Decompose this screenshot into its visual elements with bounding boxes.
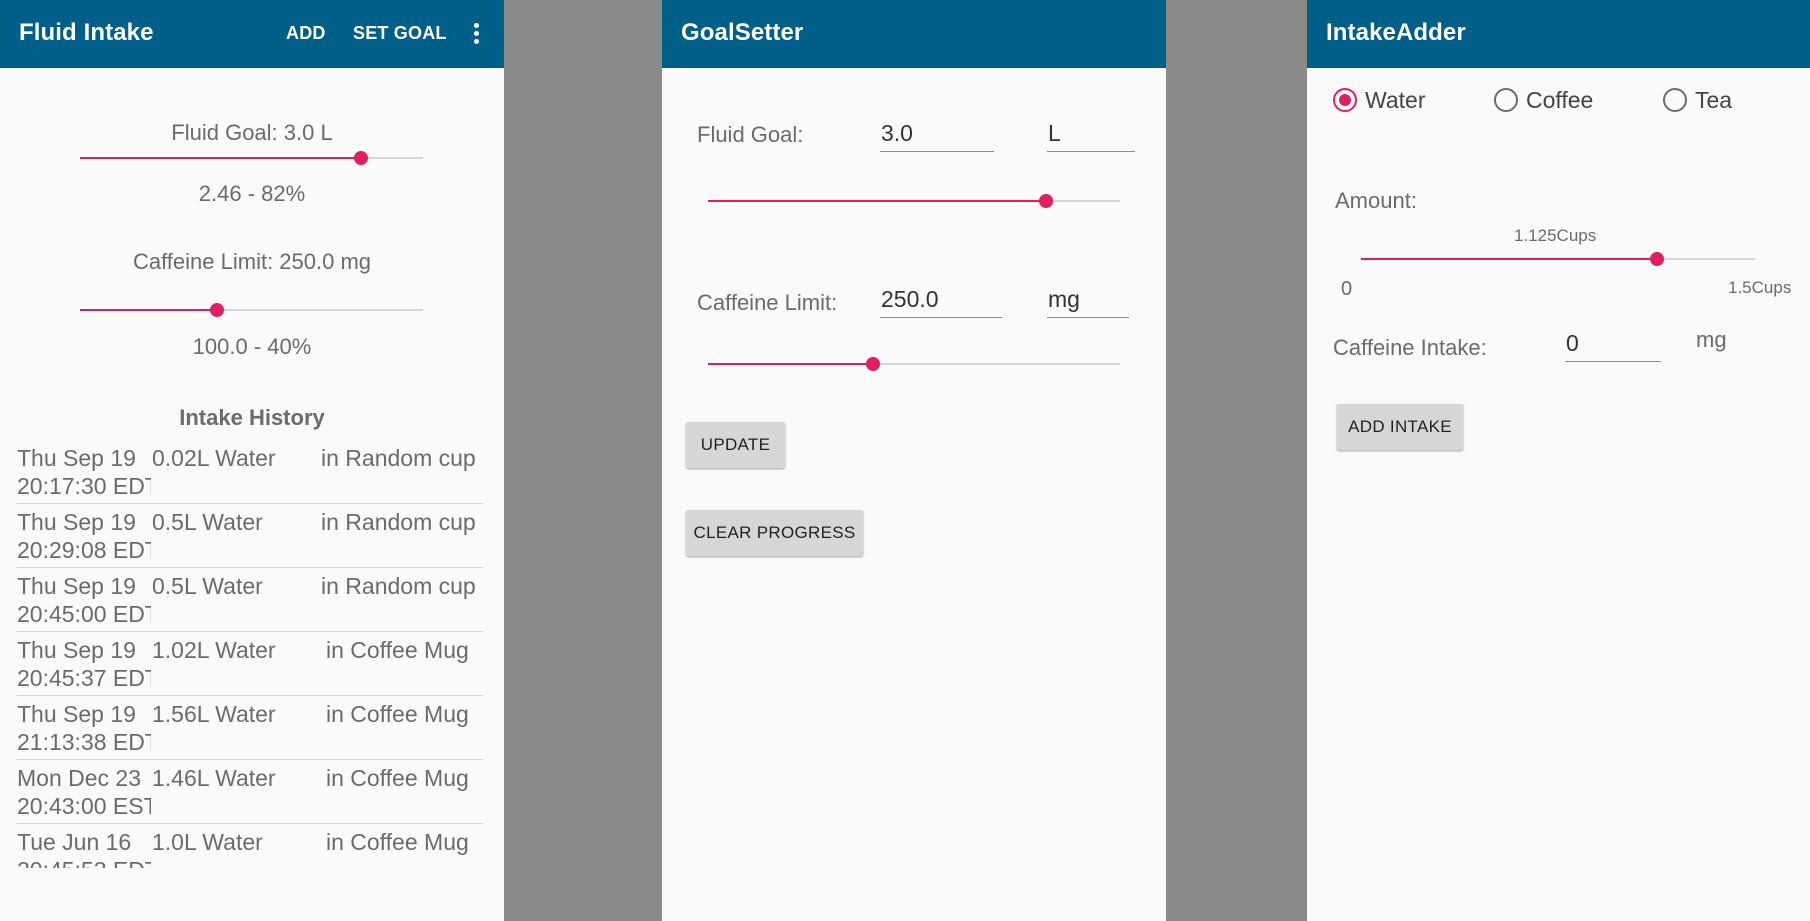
history-date: Thu Sep 19 20:45:00 EDT xyxy=(17,573,151,627)
history-cup: in Coffee Mug xyxy=(326,829,469,855)
amount-slider-thumb[interactable] xyxy=(1649,252,1664,266)
fluid-intake-screen: Fluid Intake ADD SET GOAL Fluid Goal: 3.… xyxy=(0,0,504,921)
fluid-goal-label: Fluid Goal: 3.0 L xyxy=(171,120,333,145)
update-button[interactable]: UPDATE xyxy=(686,422,785,468)
add-intake-button[interactable]: ADD INTAKE xyxy=(1337,404,1463,450)
radio-button-icon[interactable] xyxy=(1333,88,1357,112)
app-bar: IntakeAdder xyxy=(1307,0,1810,68)
history-date: Thu Sep 19 20:17:30 EDT xyxy=(17,445,151,499)
caffeine-intake-unit: mg xyxy=(1696,327,1727,352)
caffeine-limit-slider[interactable] xyxy=(708,352,1120,376)
app-title: GoalSetter xyxy=(681,19,804,46)
radio-button-icon[interactable] xyxy=(1494,88,1518,112)
fluid-goal-slider-fill xyxy=(708,200,1046,202)
radio-label: Water xyxy=(1365,87,1426,113)
history-amount: 0.02L Water xyxy=(152,445,276,471)
history-row[interactable]: Mon Dec 23 20:43:00 EST 1.46L Water in C… xyxy=(17,760,483,824)
history-row[interactable]: Thu Sep 19 20:45:00 EDT 0.5L Water in Ra… xyxy=(17,568,483,632)
radio-label: Coffee xyxy=(1526,87,1594,113)
app-bar: GoalSetter xyxy=(662,0,1166,68)
caffeine-progress-bar xyxy=(80,298,423,322)
set-goal-action-button[interactable]: SET GOAL xyxy=(353,23,447,44)
history-cup: in Coffee Mug xyxy=(326,637,469,663)
history-row[interactable]: Thu Sep 19 21:13:38 EDT 1.56L Water in C… xyxy=(17,696,483,760)
amount-min-label: 0 xyxy=(1341,278,1353,300)
fluid-progress-text: 2.46 - 82% xyxy=(198,181,306,206)
fluid-progress-bar xyxy=(80,146,423,170)
caffeine-intake-label: Caffeine Intake: xyxy=(1333,335,1487,360)
caffeine-limit-slider-fill xyxy=(708,363,873,365)
more-vert-icon[interactable] xyxy=(470,22,482,46)
history-date: Thu Sep 19 20:45:37 EDT xyxy=(17,637,151,691)
fluid-goal-unit-field[interactable]: L xyxy=(1047,118,1135,152)
caffeine-intake-input[interactable]: 0 xyxy=(1565,328,1661,362)
app-title: Fluid Intake xyxy=(19,19,154,46)
history-cup: in Random cup xyxy=(321,509,476,535)
radio-button-icon[interactable] xyxy=(1663,88,1687,112)
history-date: Tue Jun 16 20:45:53 EDT xyxy=(17,829,151,868)
history-amount: 1.02L Water xyxy=(152,637,276,663)
caffeine-progress-fill xyxy=(80,309,218,311)
history-cup: in Random cup xyxy=(321,445,476,471)
fluid-progress-thumb xyxy=(354,151,369,165)
caffeine-unit-field[interactable]: mg xyxy=(1047,284,1129,318)
amount-max-label: 1.5Cups xyxy=(1728,278,1792,297)
app-title: IntakeAdder xyxy=(1326,19,1466,46)
history-date: Thu Sep 19 21:13:38 EDT xyxy=(17,701,151,755)
history-row[interactable]: Tue Jun 16 20:45:53 EDT 1.0L Water in Co… xyxy=(17,824,483,868)
caffeine-limit-input[interactable]: 250.0 xyxy=(880,284,1002,318)
clear-progress-button[interactable]: CLEAR PROGRESS xyxy=(686,510,863,556)
history-cup: in Random cup xyxy=(321,573,476,599)
caffeine-limit-label: Caffeine Limit: xyxy=(697,290,838,315)
history-date: Thu Sep 19 20:29:08 EDT xyxy=(17,509,151,563)
history-date: Mon Dec 23 20:43:00 EST xyxy=(17,765,151,819)
history-amount: 1.46L Water xyxy=(152,765,276,791)
history-amount: 0.5L Water xyxy=(152,573,263,599)
caffeine-progress-text: 100.0 - 40% xyxy=(192,334,312,359)
fluid-progress-fill xyxy=(80,157,362,159)
amount-label: Amount: xyxy=(1335,188,1417,213)
history-row[interactable]: Thu Sep 19 20:17:30 EDT 0.02L Water in R… xyxy=(17,440,483,504)
amount-slider[interactable] xyxy=(1361,247,1755,271)
fluid-goal-input[interactable]: 3.0 xyxy=(880,118,994,152)
radio-label: Tea xyxy=(1695,87,1733,113)
amount-slider-fill xyxy=(1361,258,1657,260)
intake-adder-screen: IntakeAdder Water Coffee Tea Amount: 1.1… xyxy=(1307,0,1810,921)
fluid-goal-slider[interactable] xyxy=(708,189,1120,213)
history-amount: 0.5L Water xyxy=(152,509,263,535)
history-row[interactable]: Thu Sep 19 20:29:08 EDT 0.5L Water in Ra… xyxy=(17,504,483,568)
fluid-goal-label: Fluid Goal: xyxy=(697,122,804,147)
intake-history-title: Intake History xyxy=(179,405,325,430)
history-amount: 1.0L Water xyxy=(152,829,263,855)
history-row[interactable]: Thu Sep 19 20:45:37 EDT 1.02L Water in C… xyxy=(17,632,483,696)
goal-setter-screen: GoalSetter Fluid Goal: 3.0 L Caffeine Li… xyxy=(662,0,1166,921)
add-action-button[interactable]: ADD xyxy=(286,23,326,44)
history-cup: in Coffee Mug xyxy=(326,765,469,791)
history-cup: in Coffee Mug xyxy=(326,701,469,727)
history-amount: 1.56L Water xyxy=(152,701,276,727)
caffeine-limit-label: Caffeine Limit: 250.0 mg xyxy=(132,249,372,274)
caffeine-progress-thumb xyxy=(210,303,225,317)
caffeine-limit-slider-thumb[interactable] xyxy=(865,357,880,371)
amount-value-label: 1.125Cups xyxy=(1514,226,1597,245)
intake-history-list[interactable]: Thu Sep 19 20:17:30 EDT 0.02L Water in R… xyxy=(17,440,483,868)
app-bar: Fluid Intake ADD SET GOAL xyxy=(0,0,504,68)
fluid-goal-slider-thumb[interactable] xyxy=(1038,194,1053,208)
